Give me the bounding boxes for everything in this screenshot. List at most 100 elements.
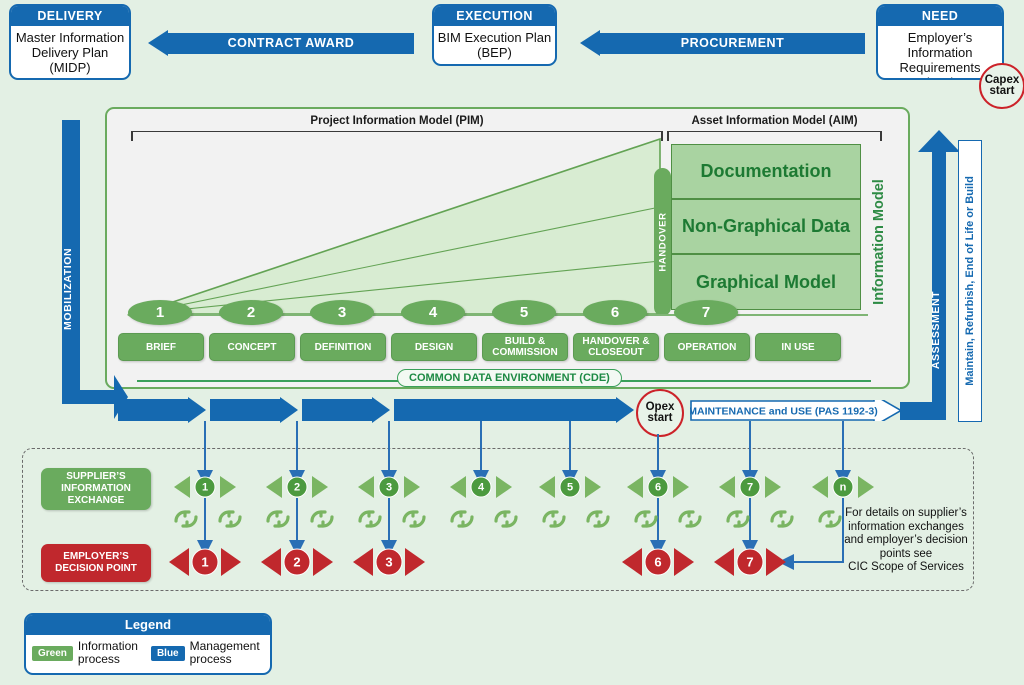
arrowhead-left-icon [812, 476, 828, 498]
stage-oval-2: 2 [219, 300, 283, 325]
stage-oval-7-number: 7 [701, 304, 711, 321]
legend-title: Legend [26, 615, 270, 635]
arrowhead-right-icon [674, 548, 694, 576]
stage-box-definition[interactable]: DEFINITION [300, 333, 386, 361]
arrowhead-right-icon [313, 548, 333, 576]
aim-layer-non-graphical-data: Non-Graphical Data [671, 199, 861, 254]
employer-decision-point-2[interactable]: 2 [261, 546, 333, 578]
stage-oval-3: 3 [310, 300, 374, 325]
supplier-exchange-2[interactable]: 2 [266, 474, 328, 500]
legend-swatch-blue: Blue [150, 645, 185, 661]
arrowhead-left-icon [358, 476, 374, 498]
arrow-shaft [394, 399, 616, 421]
supplier-exchange-5[interactable]: 5 [539, 474, 601, 500]
arrowhead-right-icon [585, 476, 601, 498]
supplier-exchange-7-number: 7 [739, 476, 761, 498]
stage-box-operation[interactable]: OPERATION [664, 333, 750, 361]
employer-decision-point-6[interactable]: 6 [622, 546, 694, 578]
cde-line-right [609, 380, 871, 382]
arrowhead-left-icon [450, 476, 466, 498]
arrowhead-left-icon [714, 548, 734, 576]
cde-pill: COMMON DATA ENVIRONMENT (CDE) [397, 369, 622, 387]
supplier-exchange-n[interactable]: n [812, 474, 874, 500]
handover-label: HANDOVER [657, 212, 668, 272]
arrowhead-right-icon [404, 476, 420, 498]
cycle-icons-row [174, 510, 842, 528]
supplier-exchange-1[interactable]: 1 [174, 474, 236, 500]
arrow-shaft [210, 399, 280, 421]
stage-box-concept[interactable]: CONCEPT [209, 333, 295, 361]
gateway-need: NEED Employer’s InformationRequirements(… [876, 4, 1004, 80]
employer-decision-point-7[interactable]: 7 [714, 546, 786, 578]
supplier-exchange-3[interactable]: 3 [358, 474, 420, 500]
maintenance-vertical-label: Maintain, Refurbish, End of Life or Buil… [958, 140, 982, 422]
arrowhead-right-icon [312, 476, 328, 498]
svg-text:MOBILIZATION: MOBILIZATION [62, 248, 74, 330]
supplier-exchange-3-number: 3 [378, 476, 400, 498]
stage-oval-3-number: 3 [337, 304, 347, 321]
stage-box-design[interactable]: DESIGN [391, 333, 477, 361]
aim-layer-documentation: Documentation [671, 144, 861, 199]
employer-decision-point-3-number: 3 [375, 548, 403, 576]
arrowhead-right-icon [220, 476, 236, 498]
supplier-exchange-2-number: 2 [286, 476, 308, 498]
gateway-need-title: NEED [878, 6, 1002, 26]
arrowhead-left-icon [169, 548, 189, 576]
arrowhead-left-icon [539, 476, 555, 498]
legend-text-green: Information process [77, 639, 138, 666]
arrowhead-left-icon [580, 30, 600, 56]
gateway-execution-title: EXECUTION [434, 6, 555, 26]
stage-oval-6-number: 6 [610, 304, 620, 321]
employer-decision-point-3[interactable]: 3 [353, 546, 425, 578]
gateway-execution: EXECUTION BIM Execution Plan (BEP) [432, 4, 557, 66]
information-model-vertical-label: Information Model [869, 162, 889, 322]
stage-oval-5: 5 [492, 300, 556, 325]
stage-oval-2-number: 2 [246, 304, 256, 321]
employer-decision-point-1-number: 1 [191, 548, 219, 576]
stage-oval-4-number: 4 [428, 304, 438, 321]
stage-box-handover-closeout[interactable]: HANDOVER & CLOSEOUT [573, 333, 659, 361]
maintenance-vertical-text: Maintain, Refurbish, End of Life or Buil… [964, 176, 977, 386]
arrow-procurement-label: PROCUREMENT [600, 32, 865, 54]
arrowhead-left-icon [261, 548, 281, 576]
supplier-exchange-4-number: 4 [470, 476, 492, 498]
aim-layer-graphical-model-label: Graphical Model [695, 271, 837, 292]
arrow-procurement: PROCUREMENT [580, 30, 865, 56]
svg-text:MAINTENANCE and USE (PAS 1192-: MAINTENANCE and USE (PAS 1192-3) [690, 406, 878, 418]
aim-bracket [667, 131, 882, 141]
aim-layer-documentation-label: Documentation [700, 161, 832, 181]
cde-label: COMMON DATA ENVIRONMENT (CDE) [409, 372, 610, 384]
supplier-exchange-6-number: 6 [647, 476, 669, 498]
stage-box-definition-label: DEFINITION [314, 341, 372, 353]
process-arrow-4 [394, 397, 634, 423]
arrow-contract-award-label: CONTRACT AWARD [168, 32, 414, 54]
arrowhead-left-icon [627, 476, 643, 498]
stage-box-in-use-label: IN USE [781, 341, 815, 353]
arrowhead-left-icon [622, 548, 642, 576]
gateway-delivery-body: Master Information Delivery Plan (MIDP) [15, 30, 125, 75]
employer-decision-point-6-number: 6 [644, 548, 672, 576]
legend: Legend Green Information process Blue Man… [24, 613, 272, 675]
supplier-exchange-6[interactable]: 6 [627, 474, 689, 500]
cic-scope-note: For details on supplier’s information exc… [844, 507, 968, 573]
process-arrow-3 [302, 397, 390, 423]
supplier-exchange-4[interactable]: 4 [450, 474, 512, 500]
employer-decision-point-1[interactable]: 1 [169, 546, 241, 578]
arrowhead-right-icon [405, 548, 425, 576]
stage-box-build-commission[interactable]: BUILD & COMMISSION [482, 333, 568, 361]
stage-box-in-use[interactable]: IN USE [755, 333, 841, 361]
aim-label: Asset Information Model (AIM) [691, 115, 858, 127]
legend-text-blue: Management process [189, 639, 260, 666]
arrowhead-right-icon [765, 476, 781, 498]
supplier-exchange-n-number: n [832, 476, 854, 498]
stage-box-brief[interactable]: BRIEF [118, 333, 204, 361]
information-model-vertical-text: Information Model [871, 179, 888, 305]
arrowhead-left-icon [353, 548, 373, 576]
supplier-exchange-7[interactable]: 7 [719, 474, 781, 500]
pim-label: Project Information Model (PIM) [310, 115, 484, 127]
arrowhead-left-icon [719, 476, 735, 498]
stage-oval-5-number: 5 [519, 304, 529, 321]
capex-line2: start [989, 85, 1015, 97]
stage-oval-1-number: 1 [155, 304, 165, 321]
stage-oval-4: 4 [401, 300, 465, 325]
